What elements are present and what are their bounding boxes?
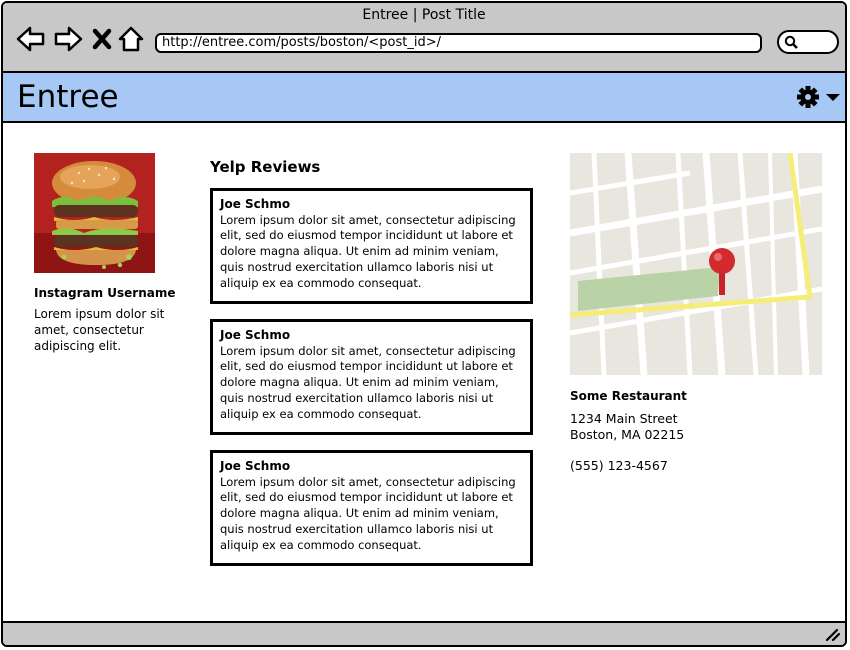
location-map[interactable] [570, 153, 822, 375]
back-icon[interactable] [16, 25, 46, 53]
restaurant-phone[interactable]: (555) 123-4567 [570, 458, 668, 473]
resize-grip-icon[interactable] [825, 628, 841, 642]
review-author: Joe Schmo [220, 328, 291, 342]
review-author: Joe Schmo [220, 459, 291, 473]
review-text: Lorem ipsum dolor sit amet, consectetur … [220, 343, 516, 421]
chevron-down-icon [826, 94, 840, 101]
review-card[interactable]: Joe Schmo Lorem ipsum dolor sit amet, co… [210, 188, 533, 304]
reviews-heading: Yelp Reviews [210, 158, 321, 176]
status-bar [3, 621, 845, 645]
home-icon[interactable] [118, 25, 144, 53]
review-author: Joe Schmo [220, 197, 291, 211]
gear-icon [797, 86, 819, 108]
app-title[interactable]: Entree [17, 77, 119, 117]
review-card[interactable]: Joe Schmo Lorem ipsum dolor sit amet, co… [210, 450, 533, 566]
close-icon[interactable] [91, 25, 113, 53]
review-text: Lorem ipsum dolor sit amet, consectetur … [220, 212, 516, 290]
instagram-username[interactable]: Instagram Username [34, 286, 176, 300]
instagram-caption: Lorem ipsum dolor sit amet, consectetur … [34, 307, 165, 353]
restaurant-city: Boston, MA 02215 [570, 427, 685, 442]
app-header: Entree [3, 73, 845, 123]
browser-chrome: Entree | Post Title http://entree.com/po… [3, 3, 845, 73]
search-icon [784, 35, 798, 49]
settings-menu[interactable] [796, 85, 842, 109]
restaurant-name[interactable]: Some Restaurant [570, 389, 687, 403]
window-title: Entree | Post Title [362, 7, 486, 23]
main-content: Instagram Username Lorem ipsum dolor sit… [3, 123, 845, 623]
burger-photo[interactable] [34, 153, 155, 273]
review-text: Lorem ipsum dolor sit amet, consectetur … [220, 474, 516, 552]
address-bar[interactable]: http://entree.com/posts/boston/<post_id>… [155, 33, 762, 53]
review-card[interactable]: Joe Schmo Lorem ipsum dolor sit amet, co… [210, 319, 533, 435]
browser-window: Entree | Post Title http://entree.com/po… [1, 1, 847, 647]
restaurant-street: 1234 Main Street [570, 411, 678, 426]
browser-search-field[interactable] [777, 30, 839, 54]
forward-icon[interactable] [53, 25, 83, 53]
